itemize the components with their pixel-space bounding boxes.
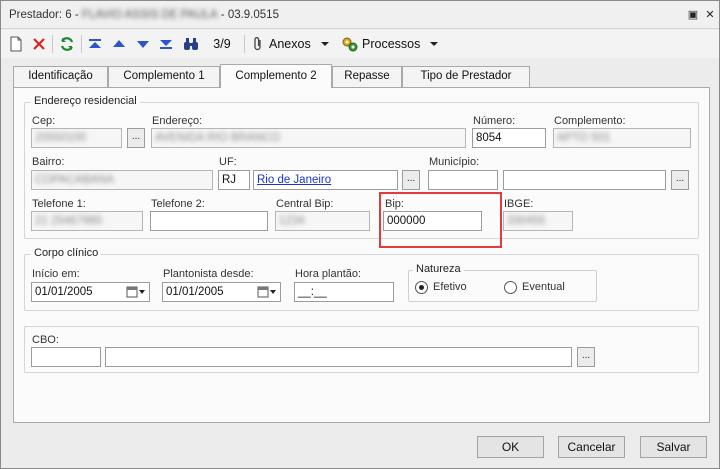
natureza-label: Natureza <box>413 263 464 275</box>
municipio-label: Município: <box>429 156 480 168</box>
complemento-field[interactable]: APTO 501 <box>553 128 691 148</box>
delete-icon[interactable] <box>30 34 48 54</box>
new-document-icon[interactable] <box>7 34 25 54</box>
refresh-icon[interactable] <box>57 34 77 54</box>
uf-name-link[interactable]: Rio de Janeiro <box>253 170 398 190</box>
close-icon[interactable]: ✕ <box>703 8 717 22</box>
hora-plantao-field[interactable]: __:__ <box>294 282 394 302</box>
processes-icon <box>342 37 358 52</box>
window-title: Prestador: 6 - FLAVIO ASSIS DE PAULA - 0… <box>9 9 279 21</box>
calendar-dropdown-icon[interactable] <box>124 284 148 300</box>
cbo-description-field[interactable] <box>105 347 572 367</box>
next-record-icon[interactable] <box>134 34 152 54</box>
tab-complemento-2[interactable]: Complemento 2 <box>220 64 332 88</box>
title-provider-name: FLAVIO ASSIS DE PAULA <box>81 9 218 21</box>
tab-panel: Endereço residencial Cep: 20550100 ... E… <box>13 87 710 423</box>
previous-record-icon[interactable] <box>110 34 128 54</box>
complemento-label: Complemento: <box>554 115 626 127</box>
record-counter: 3/9 <box>213 37 231 51</box>
municipio-lookup-button[interactable]: ... <box>671 170 689 190</box>
anexos-label: Anexos <box>269 37 311 51</box>
chevron-down-icon <box>430 42 439 46</box>
hora-plantao-label: Hora plantão: <box>295 268 362 280</box>
title-prefix: Prestador: 6 - <box>9 9 82 21</box>
endereco-group-label: Endereço residencial <box>31 95 140 107</box>
ibge-label: IBGE: <box>504 198 534 210</box>
paperclip-icon <box>254 37 261 51</box>
bip-label: Bip: <box>385 198 404 210</box>
uf-field[interactable]: RJ <box>218 170 250 190</box>
endereco-field[interactable]: AVENIDA RIO BRANCO <box>151 128 466 148</box>
ok-button[interactable]: OK <box>477 436 544 458</box>
tab-identificacao[interactable]: Identificação <box>13 66 108 87</box>
title-bar: Prestador: 6 - FLAVIO ASSIS DE PAULA - 0… <box>1 1 719 29</box>
calendar-dropdown-icon[interactable] <box>255 284 279 300</box>
endereco-label: Endereço: <box>152 115 203 127</box>
toolbar: 3/9 Anexos Processos <box>1 30 719 58</box>
cbo-label: CBO: <box>32 334 59 346</box>
cancelar-button[interactable]: Cancelar <box>558 436 625 458</box>
cep-field[interactable]: 20550100 <box>31 128 122 148</box>
numero-field[interactable]: 8054 <box>472 128 546 148</box>
chevron-down-icon <box>320 42 329 46</box>
municipio-code-field[interactable] <box>428 170 498 190</box>
tab-complemento-1[interactable]: Complemento 1 <box>108 66 220 87</box>
numero-label: Número: <box>473 115 516 127</box>
cbo-lookup-button[interactable]: ... <box>577 347 595 367</box>
salvar-button[interactable]: Salvar <box>640 436 707 458</box>
processos-dropdown-button[interactable]: Processos <box>342 34 442 54</box>
tab-tipo-de-prestador[interactable]: Tipo de Prestador <box>402 66 530 87</box>
efetivo-label: Efetivo <box>433 281 467 293</box>
plantonista-label: Plantonista desde: <box>163 268 254 280</box>
inicio-label: Início em: <box>32 268 80 280</box>
tab-repasse[interactable]: Repasse <box>332 66 402 87</box>
pin-icon[interactable]: ▣ <box>686 8 700 22</box>
prestador-window: Prestador: 6 - FLAVIO ASSIS DE PAULA - 0… <box>0 0 720 469</box>
efetivo-radio[interactable] <box>415 281 428 294</box>
toolbar-separator <box>81 35 82 53</box>
toolbar-separator <box>52 35 53 53</box>
uf-lookup-button[interactable]: ... <box>402 170 420 190</box>
corpo-clinico-group-label: Corpo clínico <box>31 247 102 259</box>
bairro-label: Bairro: <box>32 156 65 168</box>
telefone2-field[interactable] <box>150 211 268 231</box>
inicio-date-field[interactable]: 01/01/2005 <box>31 282 150 302</box>
municipio-name-field[interactable] <box>503 170 666 190</box>
ibge-field[interactable]: 330455 <box>503 211 573 231</box>
bairro-field[interactable]: COPACABANA <box>31 170 213 190</box>
cep-lookup-button[interactable]: ... <box>127 128 145 148</box>
telefone2-label: Telefone 2: <box>151 198 205 210</box>
first-record-icon[interactable] <box>86 34 104 54</box>
eventual-label: Eventual <box>522 281 565 293</box>
cbo-code-field[interactable] <box>31 347 101 367</box>
cep-label: Cep: <box>32 115 56 127</box>
eventual-radio[interactable] <box>504 281 517 294</box>
uf-label: UF: <box>219 156 237 168</box>
telefone1-label: Telefone 1: <box>32 198 86 210</box>
central-bip-label: Central Bip: <box>276 198 334 210</box>
bip-field[interactable]: 000000 <box>383 211 482 231</box>
binoculars-icon[interactable] <box>181 34 201 54</box>
last-record-icon[interactable] <box>157 34 175 54</box>
central-bip-field[interactable]: 1234 <box>275 211 370 231</box>
processos-label: Processos <box>362 37 421 51</box>
plantonista-date-field[interactable]: 01/01/2005 <box>162 282 281 302</box>
telefone1-field[interactable]: 21 25467985 <box>31 211 143 231</box>
toolbar-separator <box>244 35 245 53</box>
title-suffix: - 03.9.0515 <box>217 9 279 21</box>
anexos-dropdown-button[interactable]: Anexos <box>251 34 335 54</box>
